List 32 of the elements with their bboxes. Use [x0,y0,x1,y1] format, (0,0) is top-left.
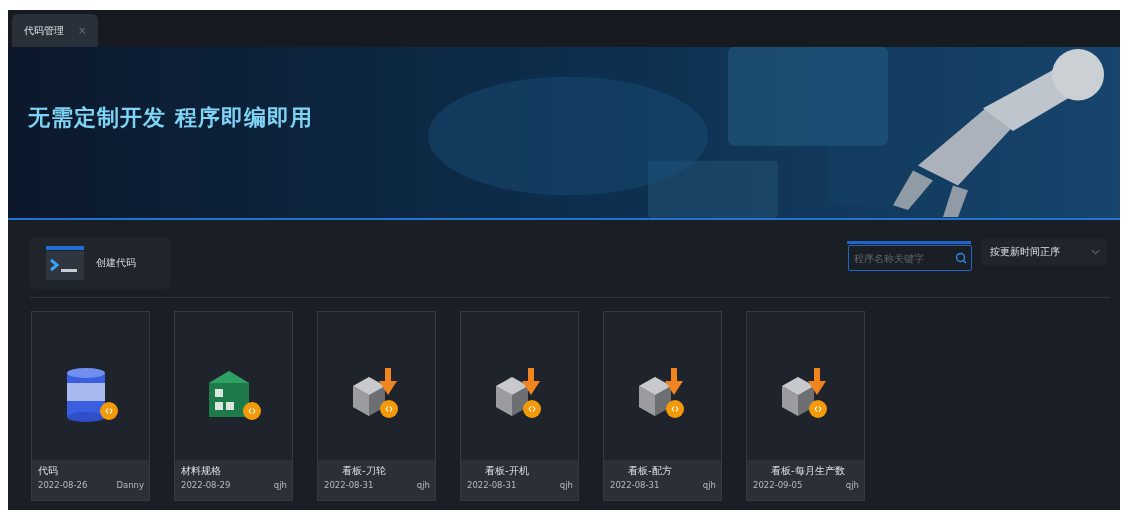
card-title: 代码 [38,464,59,478]
chevron-down-icon [1091,249,1100,255]
card-title: 看板-配方 [627,464,673,478]
card-date: 2022-08-31 [467,480,517,490]
code-card[interactable]: 材料规格 2022-08-29 qjh [174,311,293,501]
code-card[interactable]: 看板-刀轮 2022-08-31 qjh [317,311,436,501]
search-icon[interactable] [955,252,967,264]
sort-dropdown[interactable]: 按更新时间正序 [982,239,1106,265]
card-author: qjh [416,480,430,490]
code-card[interactable]: 代码 2022-08-26 Danny [31,311,150,501]
code-card[interactable]: 看板-配方 2022-08-31 qjh [603,311,722,501]
banner-headline: 无需定制开发 程序即编即用 [28,104,313,132]
card-date: 2022-08-31 [324,480,374,490]
card-date: 2022-09-05 [753,480,803,490]
card-title: 看板-刀轮 [341,464,387,478]
card-author: qjh [845,480,859,490]
tab[interactable]: 代码管理 × [12,14,99,47]
card-author: qjh [559,480,573,490]
search-field[interactable]: 程序名称关键字 [848,245,972,271]
card-author: qjh [702,480,716,490]
card-date: 2022-08-31 [610,480,660,490]
card-date: 2022-08-26 [38,480,88,490]
card-title: 看板-开机 [484,464,530,478]
terminal-icon [46,246,84,280]
card-author: qjh [273,480,287,490]
code-card[interactable]: 看板-开机 2022-08-31 qjh [460,311,579,501]
card-title: 材料规格 [181,464,222,478]
code-card[interactable]: 看板-每月生产数 2022-09-05 qjh [746,311,865,501]
create-code-button[interactable]: 创建代码 [30,237,170,289]
card-date: 2022-08-29 [181,480,231,490]
card-author: Danny [116,480,144,490]
card-title: 看板-每月生产数 [770,464,846,478]
